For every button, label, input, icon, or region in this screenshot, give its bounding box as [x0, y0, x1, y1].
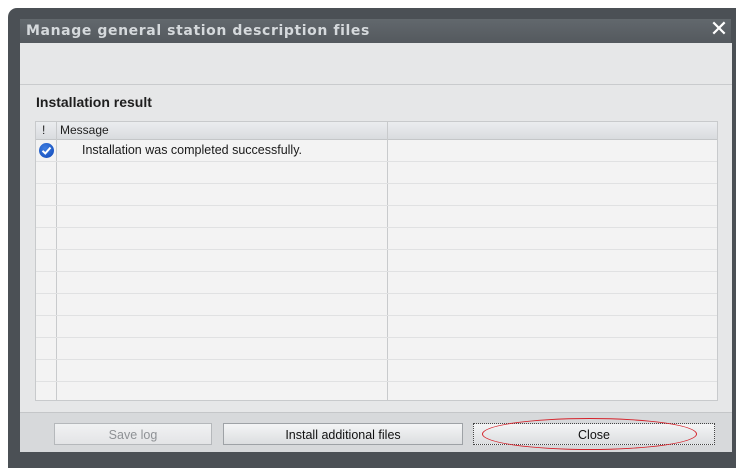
table-header: ! Message [36, 122, 717, 140]
empty-row [36, 360, 717, 382]
table-row[interactable]: Installation was completed successfully. [36, 140, 717, 162]
empty-row [36, 250, 717, 272]
empty-row [36, 228, 717, 250]
check-circle-icon [39, 143, 54, 158]
empty-row [36, 162, 717, 184]
dialog-body: Installation result ! Message Installati… [20, 43, 732, 451]
row-message: Installation was completed successfully. [82, 143, 303, 157]
empty-row [36, 294, 717, 316]
title-bar: Manage general station description files [20, 19, 731, 43]
column-header-status[interactable]: ! [42, 123, 45, 137]
empty-row [36, 184, 717, 206]
section-title: Installation result [36, 94, 152, 110]
empty-row [36, 272, 717, 294]
empty-row [36, 382, 717, 400]
empty-row [36, 206, 717, 228]
result-table: ! Message Installation was completed suc… [35, 121, 718, 401]
save-log-button[interactable]: Save log [54, 423, 212, 445]
empty-row [36, 316, 717, 338]
close-icon[interactable]: ✕ [705, 17, 733, 43]
column-header-message[interactable]: Message [60, 123, 109, 137]
window-title: Manage general station description files [26, 23, 370, 39]
close-button[interactable]: Close [473, 423, 715, 445]
empty-row [36, 338, 717, 360]
header-separator [20, 84, 732, 85]
install-additional-files-button[interactable]: Install additional files [223, 423, 463, 445]
